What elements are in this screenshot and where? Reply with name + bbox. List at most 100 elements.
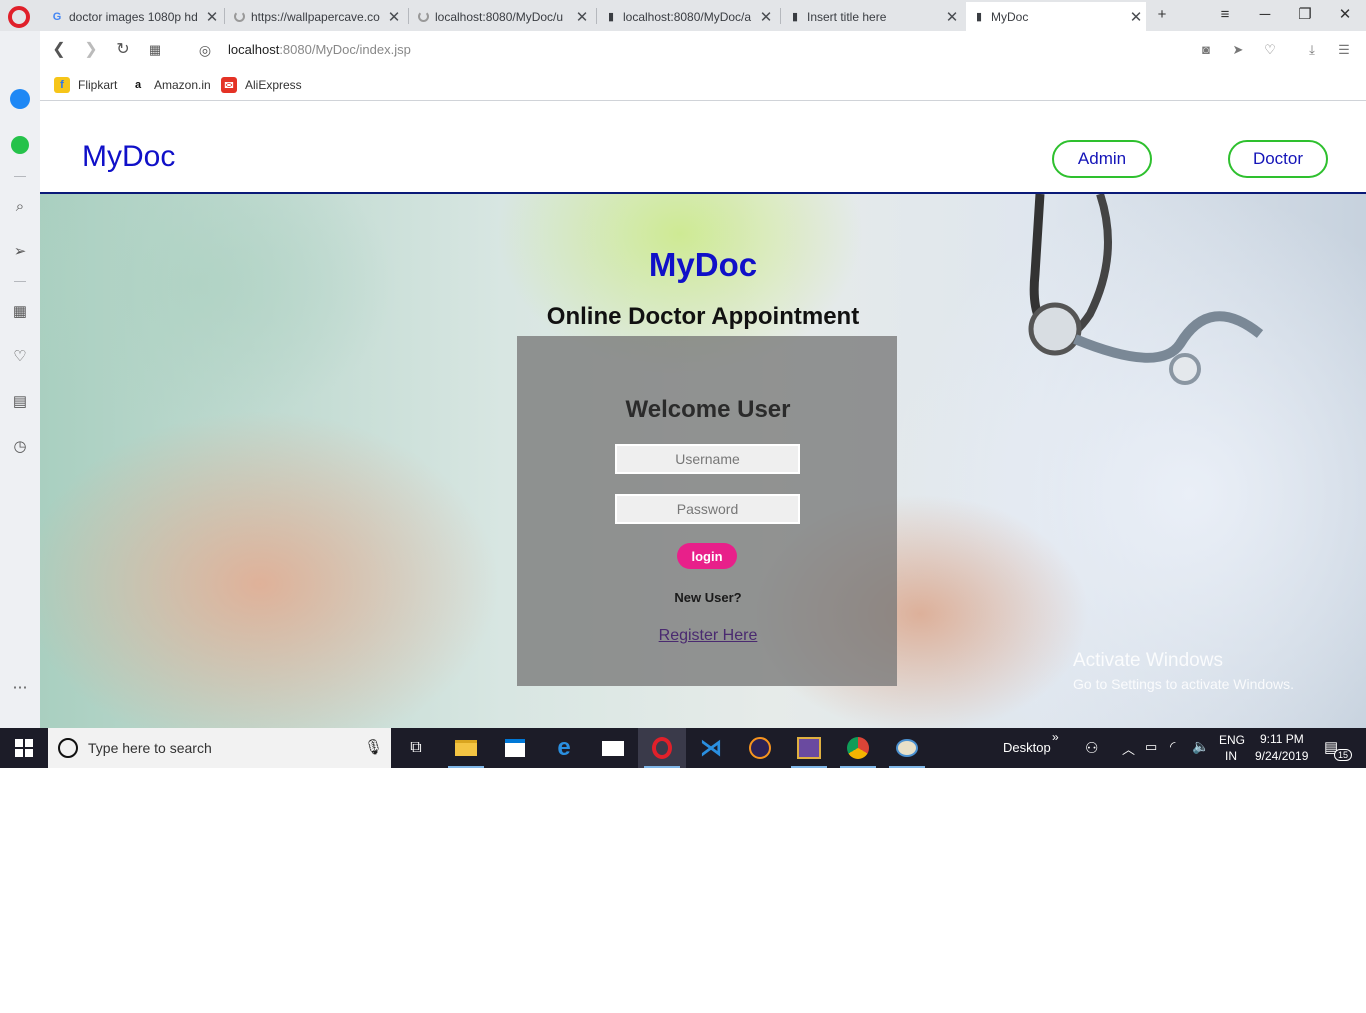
running-indicator	[448, 766, 484, 768]
battery-icon[interactable]: ▭	[1145, 739, 1157, 755]
url-host: localhost	[228, 42, 280, 57]
tab-localhost-a[interactable]: ▮ localhost:8080/MyDoc/a ✕	[598, 2, 776, 31]
close-tab-icon[interactable]: ✕	[1126, 8, 1146, 26]
vscode-icon[interactable]: ⋊	[687, 728, 735, 768]
forward-button[interactable]: ❯	[80, 39, 102, 61]
site-brand[interactable]: MyDoc	[82, 140, 175, 174]
hero-banner: MyDoc Online Doctor Appointment Welcome …	[40, 194, 1366, 728]
url-field[interactable]: localhost:8080/MyDoc/index.jsp	[228, 42, 411, 57]
bookmark-label: Amazon.in	[154, 78, 211, 92]
start-button[interactable]	[0, 728, 48, 768]
loading-icon	[416, 10, 430, 24]
page-icon: ▮	[791, 11, 799, 23]
file-explorer-icon[interactable]	[442, 728, 490, 768]
heart-icon[interactable]: ♡	[1261, 41, 1279, 59]
clock-date[interactable]: 9/24/2019	[1255, 749, 1308, 763]
eclipse-icon[interactable]	[736, 728, 784, 768]
desktop-toolbar-label[interactable]: Desktop	[1003, 740, 1051, 755]
speed-dial-icon[interactable]: ▦	[9, 300, 31, 322]
clock-time[interactable]: 9:11 PM	[1260, 732, 1304, 746]
page-icon: ▮	[975, 11, 983, 23]
store-icon[interactable]	[491, 728, 539, 768]
microphone-icon[interactable]: 🎙	[364, 738, 383, 756]
close-tab-icon[interactable]: ✕	[756, 8, 776, 26]
register-link[interactable]: Register Here	[517, 627, 897, 645]
page-icon: ▮	[607, 11, 615, 23]
bookmark-aliexpress[interactable]: ✉ AliExpress	[221, 75, 302, 95]
new-tab-button[interactable]: +	[1150, 4, 1174, 26]
tab-mydoc[interactable]: ▮ MyDoc ✕	[966, 2, 1146, 31]
doctor-button[interactable]: Doctor	[1228, 140, 1328, 178]
cortana-icon	[58, 738, 78, 758]
speed-dial-icon[interactable]: ▦	[144, 39, 166, 61]
stethoscope-image	[1028, 194, 1264, 385]
close-tab-icon[interactable]: ✕	[572, 8, 592, 26]
tab-wallpapercave[interactable]: https://wallpapercave.co ✕	[226, 2, 404, 31]
minimize-button[interactable]: ─	[1253, 4, 1277, 26]
browser-sidebar: ⌕ ➢ ▦ ♡ ▤ ◷ ⋯	[0, 31, 40, 728]
browser-tab-bar: G doctor images 1080p hd ✕ https://wallp…	[0, 0, 1366, 31]
reload-button[interactable]: ↻	[112, 39, 134, 61]
tab-title: localhost:8080/MyDoc/u	[435, 9, 564, 24]
windows-taskbar: Type here to search 🎙 ⧉ e ⋊ Desktop » ⚇ …	[0, 728, 1366, 768]
running-indicator	[644, 766, 680, 768]
taskbar-search[interactable]: Type here to search 🎙	[48, 728, 391, 768]
password-input[interactable]	[615, 494, 800, 524]
bookmark-amazon[interactable]: a Amazon.in	[130, 75, 211, 95]
close-window-button[interactable]: ✕	[1333, 4, 1357, 26]
send-icon[interactable]: ➢	[9, 240, 31, 262]
close-tab-icon[interactable]: ✕	[384, 8, 404, 26]
language-indicator[interactable]: ENG	[1219, 733, 1245, 747]
restore-button[interactable]: ❐	[1293, 4, 1317, 26]
volume-icon[interactable]: 🔈	[1192, 738, 1209, 755]
whatsapp-icon[interactable]	[9, 134, 31, 156]
tab-separator	[780, 8, 781, 24]
admin-button[interactable]: Admin	[1052, 140, 1152, 178]
flipkart-icon: f	[54, 77, 70, 93]
close-tab-icon[interactable]: ✕	[202, 8, 222, 26]
tab-title: doctor images 1080p hd	[69, 9, 198, 24]
people-icon[interactable]: ⚇	[1085, 739, 1098, 757]
tab-insert-title[interactable]: ▮ Insert title here ✕	[782, 2, 962, 31]
tab-title: Insert title here	[807, 9, 887, 24]
mail-icon[interactable]	[589, 728, 637, 768]
region-indicator[interactable]: IN	[1225, 749, 1237, 763]
easy-setup-icon[interactable]: ☰	[1335, 41, 1353, 59]
tab-google-search[interactable]: G doctor images 1080p hd ✕	[44, 2, 222, 31]
login-button[interactable]: login	[677, 543, 737, 569]
opera-logo-icon[interactable]	[8, 6, 30, 28]
paint-icon[interactable]	[883, 728, 931, 768]
toolbar-expand-icon[interactable]: »	[1052, 730, 1059, 744]
chrome-icon[interactable]	[834, 728, 882, 768]
loading-icon	[232, 10, 246, 24]
search-icon[interactable]: ⌕	[9, 195, 31, 217]
edge-icon[interactable]: e	[540, 728, 588, 768]
game-icon[interactable]	[785, 728, 833, 768]
bookmark-flipkart[interactable]: f Flipkart	[54, 75, 117, 95]
activate-windows-watermark: Activate Windows Go to Settings to activ…	[1073, 650, 1294, 692]
wifi-icon[interactable]: ◜	[1170, 738, 1175, 755]
download-icon[interactable]: ⤓	[1303, 41, 1321, 59]
hero-title: MyDoc	[648, 246, 758, 283]
running-indicator	[889, 766, 925, 768]
tab-localhost-u[interactable]: localhost:8080/MyDoc/u ✕	[410, 2, 592, 31]
close-tab-icon[interactable]: ✕	[942, 8, 962, 26]
heart-icon[interactable]: ♡	[9, 345, 31, 367]
username-input[interactable]	[615, 444, 800, 474]
task-view-icon[interactable]: ⧉	[392, 728, 440, 768]
show-hidden-icons-icon[interactable]: ︿	[1122, 739, 1135, 758]
opera-taskbar-icon[interactable]	[638, 728, 686, 768]
hero-subtitle: Online Doctor Appointment	[546, 303, 860, 330]
activate-title: Activate Windows	[1073, 650, 1223, 671]
tab-menu-icon[interactable]: ≡	[1213, 4, 1237, 26]
more-icon[interactable]: ⋯	[9, 676, 31, 698]
news-icon[interactable]: ▤	[9, 390, 31, 412]
notification-count-badge: 15	[1334, 749, 1353, 761]
tab-title: localhost:8080/MyDoc/a	[623, 9, 752, 24]
history-icon[interactable]: ◷	[9, 435, 31, 457]
running-indicator	[840, 766, 876, 768]
send-icon[interactable]: ➤	[1229, 41, 1247, 59]
back-button[interactable]: ❮	[48, 39, 70, 61]
camera-icon[interactable]: ◙	[1197, 41, 1215, 59]
messenger-icon[interactable]	[9, 88, 31, 110]
